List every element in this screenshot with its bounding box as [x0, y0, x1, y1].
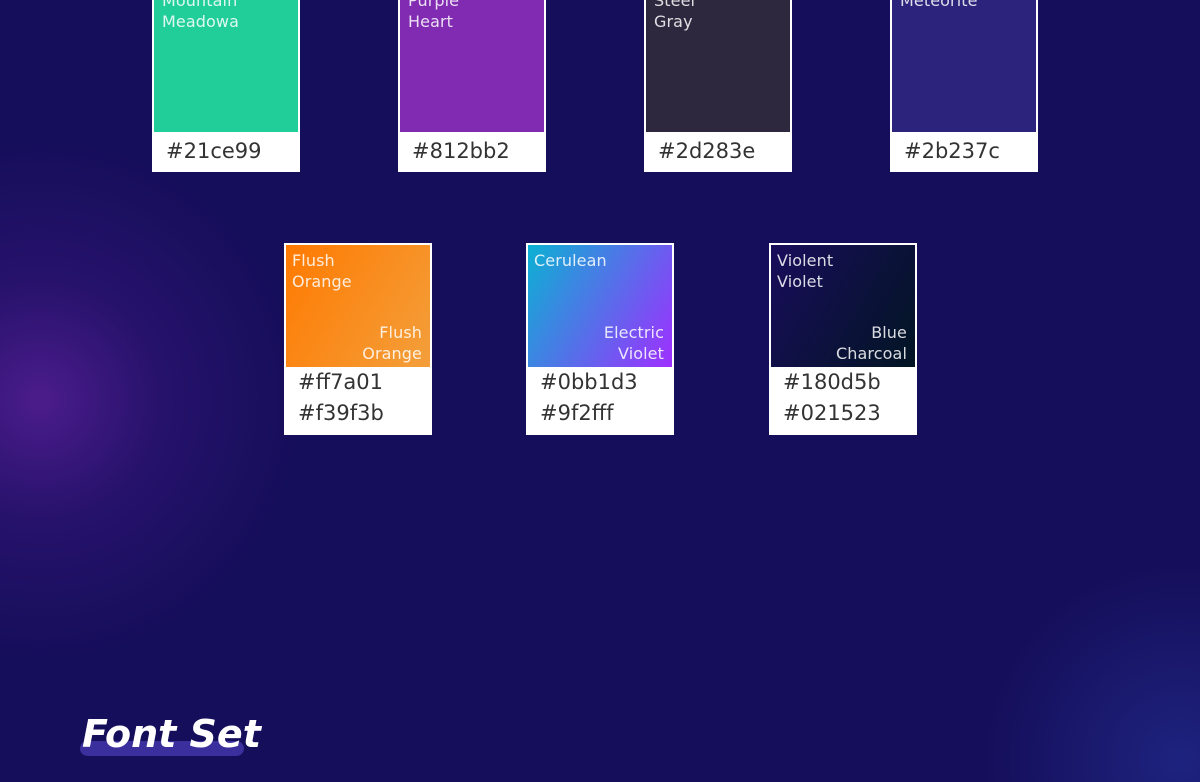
swatch-name-line2: Meadowa [162, 12, 239, 31]
swatch-card-mountain-meadow: Mountain Meadowa #21ce99 [152, 0, 300, 172]
gradient-end-name: Flush Orange [362, 323, 422, 363]
gradient-end-name: Electric Violet [603, 323, 664, 363]
hex-code-start: #0bb1d3 [540, 370, 638, 394]
hex-code-end: #f39f3b [298, 401, 384, 425]
hex-code: #21ce99 [166, 139, 262, 163]
swatch-name-line2: Gray [654, 12, 693, 31]
gradient-card-flush-orange: Flush Orange Flush Orange #ff7a01 #f39f3b [284, 243, 432, 435]
swatch-name-line2: Heart [408, 12, 454, 31]
swatch-name-line1: Steel [654, 0, 696, 10]
gradient-start-name: Cerulean [534, 251, 607, 270]
hex-code-end: #021523 [783, 401, 881, 425]
hex-code-start: #180d5b [783, 370, 881, 394]
gradient-card-violent-charcoal: Violent Violet Blue Charcoal #180d5b #0215… [769, 243, 917, 435]
swatch-card-purple-heart: Purple Heart #812bb2 [398, 0, 546, 172]
gradient-end-name: Blue Charcoal [836, 323, 907, 363]
color-swatch: Purple Heart [400, 0, 544, 132]
gradient-start-name: Violent Violet [777, 251, 834, 291]
gradient-swatch: Violent Violet Blue Charcoal [771, 245, 915, 367]
swatch-name-line1: Meteorite [900, 0, 978, 10]
gradient-start-name: Flush Orange [292, 251, 352, 291]
hex-code: #812bb2 [412, 139, 510, 163]
swatch-card-steel-gray: Steel Gray #2d283e [644, 0, 792, 172]
color-swatch: Mountain Meadowa [154, 0, 298, 132]
gradient-card-cerulean-violet: Cerulean Electric Violet #0bb1d3 #9f2fff [526, 243, 674, 435]
section-title-block: Font Set [80, 710, 261, 758]
hex-code-start: #ff7a01 [298, 370, 384, 394]
color-swatch: Steel Gray [646, 0, 790, 132]
hex-code: #2b237c [904, 139, 1000, 163]
gradient-swatch: Cerulean Electric Violet [528, 245, 672, 367]
hex-code: #2d283e [658, 139, 756, 163]
style-guide-page: Mountain Meadowa #21ce99 Purple Heart #8… [0, 0, 1200, 782]
gradient-swatch: Flush Orange Flush Orange [286, 245, 430, 367]
swatch-name-line1: Mountain [162, 0, 238, 10]
section-title: Font Set [82, 712, 261, 756]
hex-code-end: #9f2fff [540, 401, 614, 425]
color-swatch: Meteorite [892, 0, 1036, 132]
swatch-name-line1: Purple [408, 0, 460, 10]
swatch-card-meteorite: Meteorite #2b237c [890, 0, 1038, 172]
